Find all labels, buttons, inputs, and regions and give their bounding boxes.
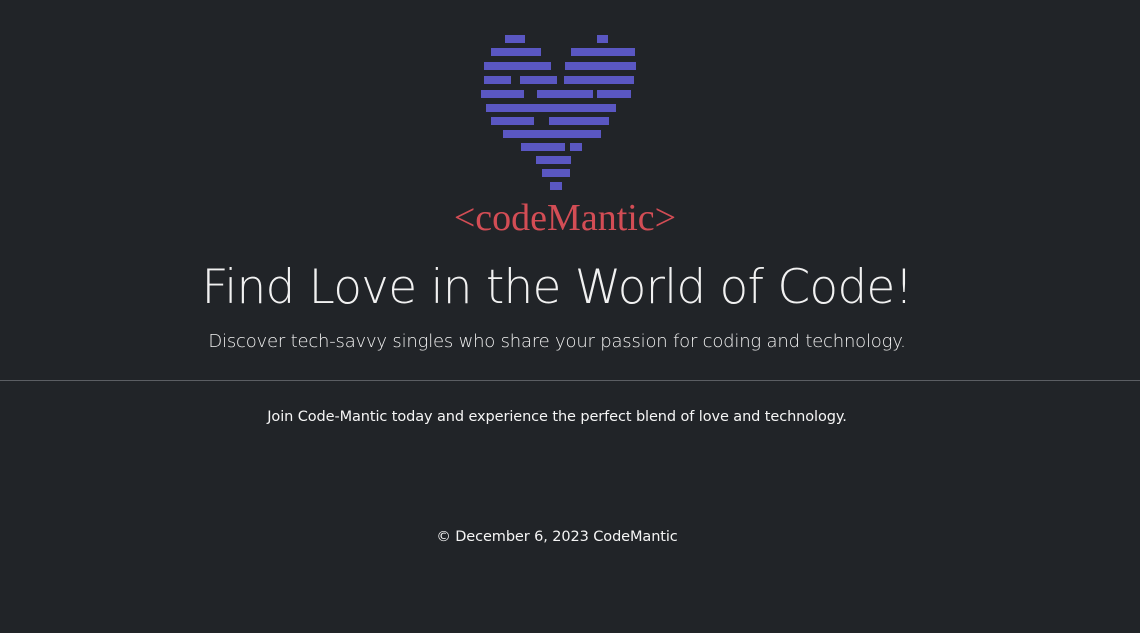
page-title: Find Love in the World of Code! [201, 260, 913, 315]
heart-icon [481, 35, 636, 190]
page-subtitle: Discover tech-savvy singles who share yo… [208, 331, 906, 352]
join-tagline: Join Code-Mantic today and experience th… [267, 409, 847, 425]
landing-page: <codeMantic> Find Love in the World of C… [0, 0, 1140, 633]
heart-bars [481, 35, 636, 190]
section-divider [0, 380, 1140, 381]
footer-copyright: © December 6, 2023 CodeMantic [436, 529, 678, 545]
codemantic-logo: <codeMantic> [450, 30, 680, 242]
logo-wordmark: <codeMantic> [453, 197, 677, 239]
